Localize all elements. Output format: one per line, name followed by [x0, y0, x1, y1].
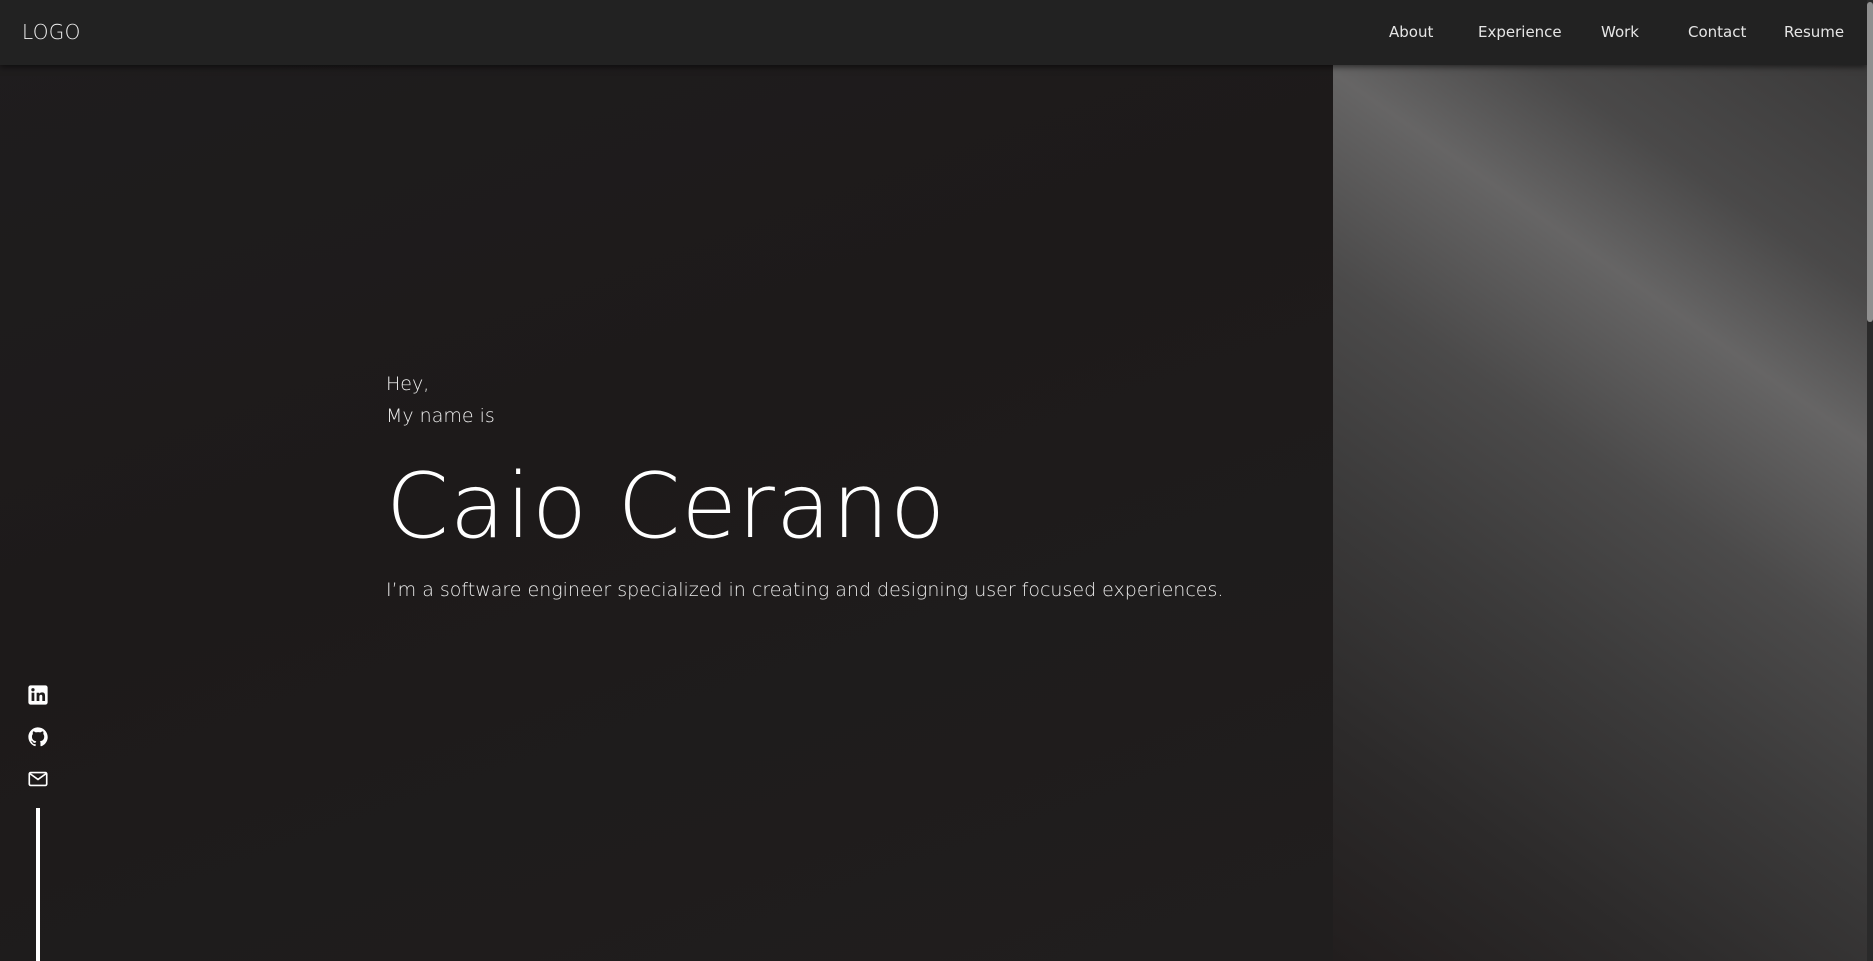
greeting-my-name-is: My name is	[386, 405, 495, 427]
social-links	[27, 684, 49, 810]
main-nav: About Experience Work Contact Resume	[0, 23, 1867, 43]
hero-side-image	[1333, 65, 1867, 961]
page-scrollbar[interactable]	[1867, 0, 1873, 961]
nav-link-about[interactable]: About	[1389, 23, 1433, 41]
scrollbar-thumb[interactable]	[1867, 2, 1873, 322]
hero-section: Hey, My name is Caio Cerano I’m a softwa…	[386, 368, 1306, 601]
mail-icon[interactable]	[27, 768, 49, 790]
page: LOGO About Experience Work Contact Resum…	[0, 0, 1873, 961]
nav-link-contact[interactable]: Contact	[1688, 23, 1746, 41]
social-divider-line	[36, 808, 40, 961]
greeting-hey: Hey,	[386, 373, 430, 395]
nav-link-resume[interactable]: Resume	[1784, 23, 1844, 41]
linkedin-icon[interactable]	[27, 684, 49, 706]
hero-tagline: I’m a software engineer specialized in c…	[386, 579, 1224, 601]
top-navbar: LOGO About Experience Work Contact Resum…	[0, 0, 1867, 65]
nav-link-experience[interactable]: Experience	[1478, 23, 1562, 41]
hero-name: Caio Cerano	[386, 454, 947, 559]
nav-link-work[interactable]: Work	[1601, 23, 1639, 41]
github-icon[interactable]	[27, 726, 49, 748]
